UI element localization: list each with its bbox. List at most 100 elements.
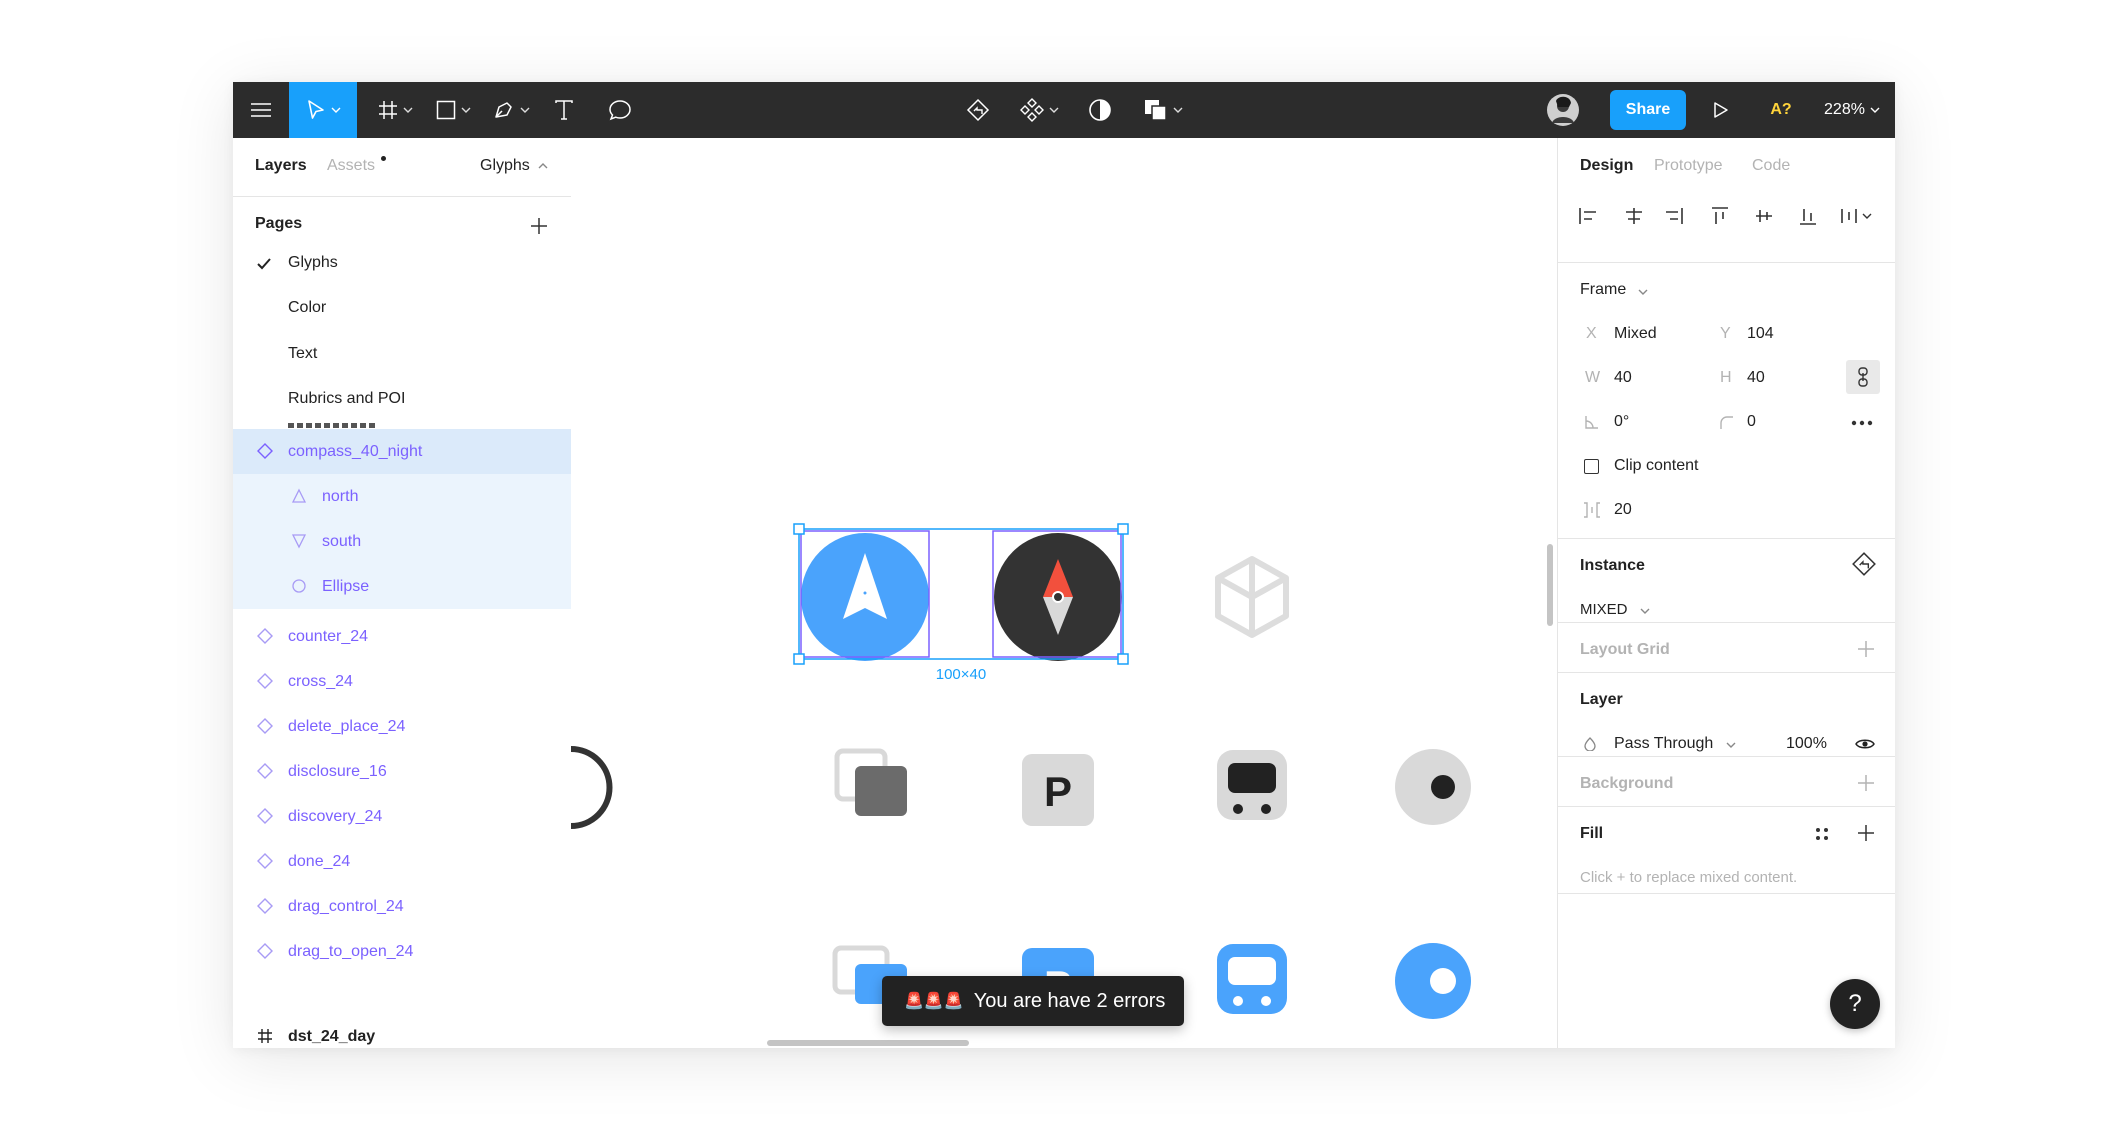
component-action-button[interactable] — [953, 82, 1003, 138]
instance-section: Instance MIXED — [1558, 538, 1895, 623]
align-toolbar[interactable] — [1578, 204, 1878, 228]
comment-icon — [609, 100, 631, 121]
layer-row-component[interactable]: drag_control_24 — [233, 884, 571, 929]
layer-label: south — [322, 533, 362, 550]
tab-design[interactable]: Design — [1580, 157, 1633, 175]
spacing-icon — [1584, 502, 1600, 518]
component-instance-icon — [257, 763, 273, 779]
error-toast[interactable]: 🚨🚨🚨 You are have 2 errors — [882, 976, 1184, 1026]
help-button[interactable]: ? — [1830, 979, 1880, 1029]
spacing-field[interactable]: 20 — [1614, 501, 1632, 519]
chevron-down-icon — [1640, 608, 1650, 614]
layer-row-component[interactable]: disclosure_16 — [233, 749, 571, 794]
layer-row-frame[interactable]: dst_24_day — [233, 1014, 571, 1048]
chevron-down-icon — [1638, 289, 1648, 295]
page-item-glyphs[interactable]: Glyphs — [288, 254, 338, 272]
layer-row-component[interactable]: discovery_24 — [233, 794, 571, 839]
add-fill-icon[interactable] — [1858, 825, 1874, 841]
hamburger-icon — [251, 103, 271, 117]
component-instance-icon — [257, 898, 273, 914]
page-item-rubrics[interactable]: Rubrics and POI — [288, 390, 405, 408]
page-selector[interactable]: Glyphs — [480, 157, 530, 175]
assets-update-dot — [381, 156, 386, 161]
layer-label: disclosure_16 — [288, 763, 387, 780]
pages-heading: Pages — [255, 215, 303, 232]
layers-panel: Layers Assets Glyphs Pages Glyphs Color … — [233, 138, 572, 1048]
frame-tool-button[interactable] — [367, 82, 423, 138]
layer-label: compass_40_night — [288, 443, 423, 460]
x-field[interactable]: Mixed — [1614, 325, 1657, 343]
background-section: Background — [1558, 756, 1895, 807]
constrain-proportions-button[interactable] — [1846, 360, 1880, 394]
layer-label: delete_place_24 — [288, 718, 406, 735]
parking-letter: P — [1044, 768, 1072, 815]
contrast-icon — [1089, 99, 1111, 121]
instance-dropdown[interactable]: MIXED — [1580, 601, 1628, 618]
reset-instance-icon — [966, 98, 990, 122]
user-avatar[interactable] — [1543, 82, 1583, 138]
chevron-down-icon — [1870, 107, 1880, 113]
layer-row-ellipse[interactable]: Ellipse — [233, 564, 571, 609]
layer-label: done_24 — [288, 853, 351, 870]
w-field[interactable]: 40 — [1614, 369, 1632, 387]
page-item-text[interactable]: Text — [288, 345, 317, 363]
more-options-icon[interactable] — [1851, 420, 1873, 426]
frame-label[interactable]: Frame — [1580, 281, 1626, 299]
mask-button[interactable] — [1075, 82, 1125, 138]
h-field[interactable]: 40 — [1747, 369, 1765, 387]
add-page-icon[interactable] — [531, 218, 547, 234]
styles-icon[interactable] — [1814, 826, 1830, 842]
add-background-icon[interactable] — [1858, 775, 1874, 791]
instance-label: Instance — [1580, 557, 1645, 574]
x-label: X — [1586, 325, 1597, 342]
opacity-field[interactable]: 100% — [1786, 735, 1827, 753]
layer-row-component[interactable]: delete_place_24 — [233, 704, 571, 749]
frame-section: Frame X Mixed Y 104 W 40 H 40 0° 0 Clip … — [1558, 262, 1895, 539]
shape-tool-button[interactable] — [425, 82, 481, 138]
frame-icon — [258, 1029, 272, 1043]
rotation-field[interactable]: 0° — [1614, 413, 1629, 431]
corner-radius-field[interactable]: 0 — [1747, 413, 1756, 431]
w-label: W — [1585, 369, 1601, 386]
ellipse-icon — [292, 579, 306, 593]
clip-content-label: Clip content — [1614, 457, 1699, 474]
zoom-menu[interactable]: 228% — [1813, 82, 1891, 138]
tab-prototype[interactable]: Prototype — [1654, 157, 1722, 175]
boolean-icon — [1144, 100, 1167, 121]
rectangle-icon — [436, 100, 455, 120]
tab-code[interactable]: Code — [1752, 157, 1790, 175]
page-item-color[interactable]: Color — [288, 299, 326, 317]
tab-assets[interactable]: Assets — [327, 157, 375, 175]
present-button[interactable] — [1701, 82, 1741, 138]
y-field[interactable]: 104 — [1747, 325, 1774, 343]
chevron-down-icon — [403, 107, 412, 113]
layer-row-north[interactable]: north — [233, 474, 571, 519]
blend-mode-dropdown[interactable]: Pass Through — [1614, 735, 1713, 753]
canvas[interactable]: 100×40 P P 🚨🚨🚨 — [571, 138, 1557, 1048]
create-component-button[interactable] — [1009, 82, 1069, 138]
main-menu-button[interactable] — [233, 82, 289, 138]
boolean-button[interactable] — [1133, 82, 1193, 138]
layer-row-selected[interactable]: compass_40_night — [233, 429, 571, 474]
pen-tool-button[interactable] — [483, 82, 539, 138]
text-tool-button[interactable] — [539, 82, 589, 138]
layer-label: cross_24 — [288, 673, 353, 690]
layer-row-component[interactable]: cross_24 — [233, 659, 571, 704]
zoom-level: 228% — [1824, 101, 1865, 118]
tab-layers[interactable]: Layers — [255, 157, 307, 175]
multiplayer-indicator[interactable]: A? — [1763, 82, 1799, 138]
go-to-main-component-icon[interactable] — [1851, 551, 1877, 577]
layer-row-component[interactable]: counter_24 — [233, 614, 571, 659]
link-icon — [1858, 367, 1868, 387]
layer-row-component[interactable]: done_24 — [233, 839, 571, 884]
eye-icon[interactable] — [1855, 737, 1875, 751]
clip-content-checkbox[interactable] — [1584, 459, 1599, 474]
comment-tool-button[interactable] — [595, 82, 645, 138]
share-button[interactable]: Share — [1610, 90, 1686, 130]
canvas-artwork: 100×40 P P — [571, 523, 1553, 1046]
layer-row-south[interactable]: south — [233, 519, 571, 564]
add-layout-grid-icon[interactable] — [1858, 641, 1874, 657]
move-tool-button[interactable] — [289, 82, 357, 138]
layer-row-component[interactable]: drag_to_open_24 — [233, 929, 571, 974]
chevron-down-icon — [461, 107, 470, 113]
